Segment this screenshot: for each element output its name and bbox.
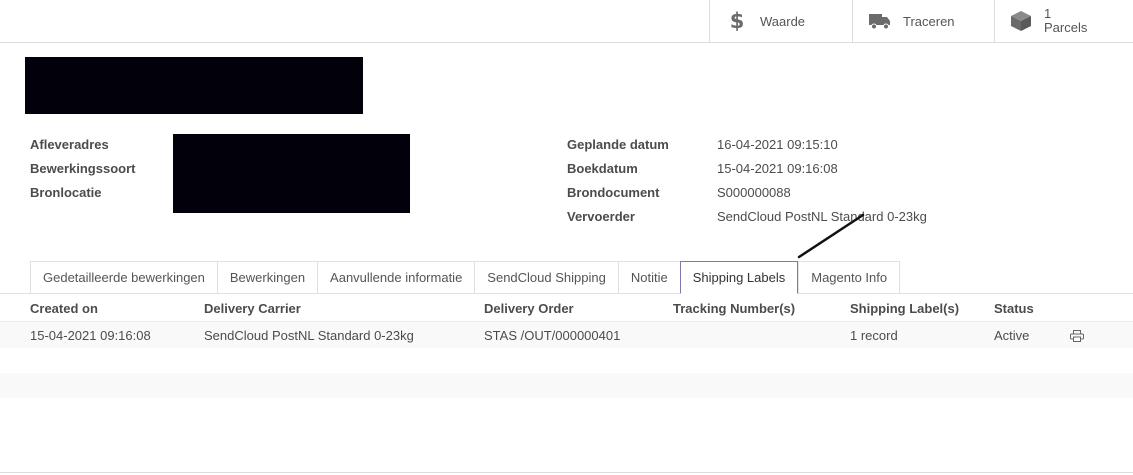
- tab-aanvullende-informatie[interactable]: Aanvullende informatie: [317, 261, 475, 294]
- column-delivery-carrier[interactable]: Delivery Carrier: [204, 301, 301, 316]
- tab-sendcloud-shipping[interactable]: SendCloud Shipping: [474, 261, 618, 294]
- table-empty-row: [0, 373, 1133, 398]
- bronlocatie-label: Bronlocatie: [30, 185, 102, 200]
- dollar-icon: $: [726, 10, 748, 32]
- print-icon[interactable]: [1070, 330, 1084, 342]
- tab-notitie[interactable]: Notitie: [617, 261, 680, 294]
- truck-icon: [869, 10, 891, 32]
- tab-gedetailleerde-bewerkingen[interactable]: Gedetailleerde bewerkingen: [30, 261, 217, 294]
- column-created-on[interactable]: Created on: [30, 301, 98, 316]
- geplande-datum-value: 16-04-2021 09:15:10: [717, 137, 838, 152]
- table-row[interactable]: 15-04-2021 09:16:08 SendCloud PostNL Sta…: [0, 321, 1133, 348]
- traceren-label: Traceren: [903, 13, 955, 29]
- table-header: Created on Delivery Carrier Delivery Ord…: [0, 294, 1133, 321]
- svg-text:$: $: [730, 10, 744, 32]
- afleveradres-label: Afleveradres: [30, 137, 109, 152]
- cell-created-on: 15-04-2021 09:16:08: [30, 328, 151, 343]
- tab-magento-info[interactable]: Magento Info: [798, 261, 901, 294]
- waarde-label: Waarde: [760, 13, 806, 29]
- tab-shipping-labels[interactable]: Shipping Labels: [679, 261, 799, 294]
- annotation-arrow: [797, 213, 865, 259]
- column-shipping-labels[interactable]: Shipping Label(s): [850, 301, 959, 316]
- redacted-address-values: [173, 134, 410, 213]
- bewerkingssoort-label: Bewerkingssoort: [30, 161, 136, 176]
- tab-bewerkingen[interactable]: Bewerkingen: [216, 261, 318, 294]
- cell-shipping-labels: 1 record: [850, 328, 898, 343]
- boekdatum-label: Boekdatum: [567, 161, 638, 176]
- bottom-divider: [0, 472, 1133, 473]
- redacted-record-title: [25, 57, 363, 114]
- smart-button-bar: $ Waarde Traceren 1 Parcels: [0, 0, 1133, 43]
- waarde-button[interactable]: $ Waarde: [709, 0, 853, 42]
- table-empty-row: [0, 348, 1133, 373]
- cell-delivery-carrier: SendCloud PostNL Standard 0-23kg: [204, 328, 414, 343]
- cell-status: Active: [994, 328, 1030, 343]
- notebook-tabs: Gedetailleerde bewerkingen Bewerkingen A…: [30, 261, 901, 294]
- parcels-button[interactable]: 1 Parcels: [994, 0, 1133, 42]
- brondocument-label: Brondocument: [567, 185, 660, 200]
- cell-delivery-order: STAS /OUT/000000401: [484, 328, 621, 343]
- brondocument-value: S000000088: [717, 185, 791, 200]
- box-icon: [1010, 10, 1032, 32]
- column-delivery-order[interactable]: Delivery Order: [484, 301, 574, 316]
- parcels-label: Parcels: [1044, 20, 1088, 35]
- boekdatum-value: 15-04-2021 09:16:08: [717, 161, 838, 176]
- parcels-count: 1: [1044, 6, 1052, 21]
- traceren-button[interactable]: Traceren: [852, 0, 995, 42]
- column-status[interactable]: Status: [994, 301, 1034, 316]
- column-tracking-numbers[interactable]: Tracking Number(s): [673, 301, 795, 316]
- geplande-datum-label: Geplande datum: [567, 137, 669, 152]
- vervoerder-label: Vervoerder: [567, 209, 635, 224]
